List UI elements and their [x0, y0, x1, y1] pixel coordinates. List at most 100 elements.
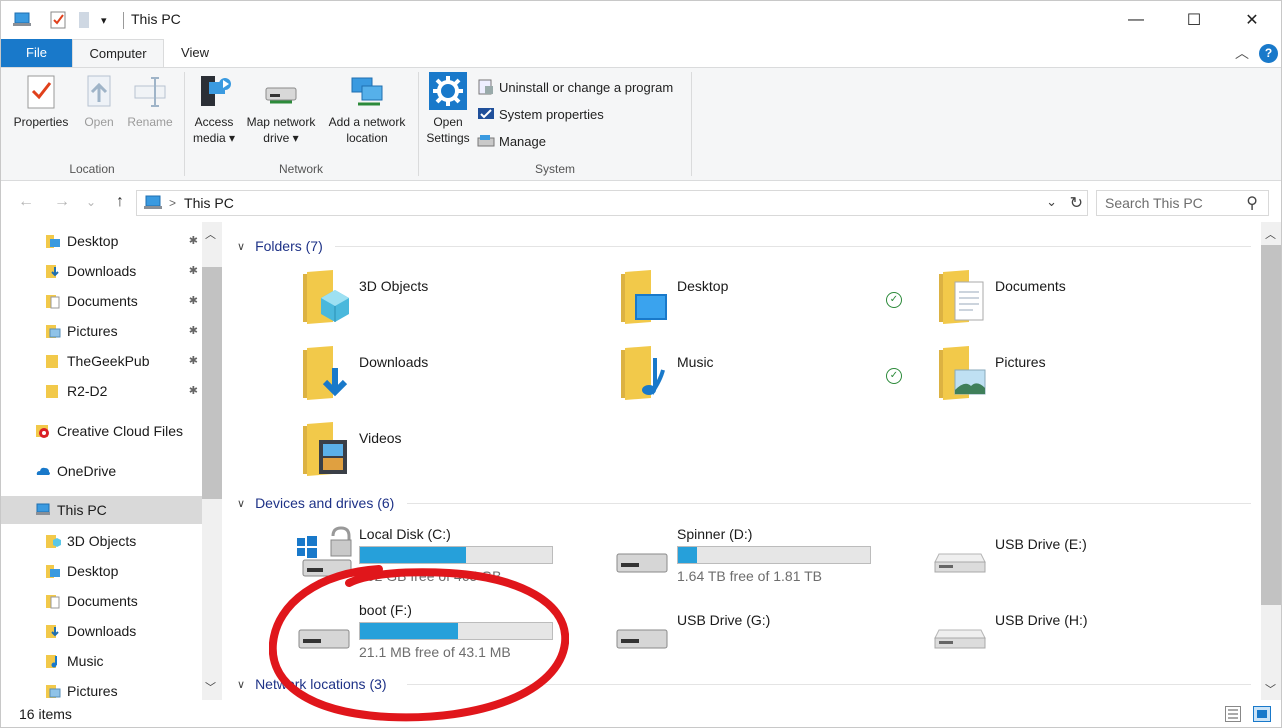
nav-item-documents[interactable]: Documents ✱: [45, 287, 198, 315]
recent-locations-button[interactable]: ⌄: [83, 191, 99, 213]
breadcrumb-separator[interactable]: >: [169, 196, 176, 210]
documents-folder-icon: [939, 270, 987, 326]
network-header-label: Network locations (3): [255, 676, 387, 692]
nav-label: Creative Cloud Files: [57, 423, 184, 439]
pin-icon[interactable]: ✱: [189, 234, 198, 247]
ribbon-group-network: Access media ▾ Map network drive ▾ Add a…: [185, 68, 417, 180]
drive-boot-f[interactable]: boot (F:) 21.1 MB free of 43.1 MB: [297, 602, 587, 662]
breadcrumb-this-pc[interactable]: This PC: [184, 195, 234, 211]
nav-item-downloads-2[interactable]: Downloads: [45, 617, 198, 645]
back-button[interactable]: ←: [15, 191, 37, 213]
details-view-icon[interactable]: [1225, 706, 1241, 722]
search-input[interactable]: Search This PC ⚲: [1096, 190, 1269, 216]
nav-item-onedrive[interactable]: OneDrive: [35, 457, 198, 485]
forward-button[interactable]: →: [51, 191, 73, 213]
folders-section-header[interactable]: ∨ Folders (7): [237, 236, 323, 256]
collapse-chevron-icon: ∨: [237, 678, 246, 691]
section-divider: [407, 503, 1251, 504]
collapse-ribbon-button[interactable]: ︿: [1235, 43, 1249, 63]
content-scrollbar-thumb[interactable]: [1261, 245, 1281, 605]
properties-quick-icon[interactable]: [49, 9, 67, 31]
large-icons-view-icon[interactable]: [1253, 706, 1271, 722]
drive-usb-g[interactable]: USB Drive (G:): [615, 602, 905, 662]
nav-item-r2-d2[interactable]: R2-D2 ✱: [45, 377, 198, 405]
nav-label: Pictures: [67, 683, 118, 699]
pin-icon[interactable]: ✱: [189, 324, 198, 337]
address-dropdown-button[interactable]: ⌄: [1046, 194, 1057, 210]
nav-item-thegeekpub[interactable]: TheGeekPub ✱: [45, 347, 198, 375]
nav-item-creative-cloud-files[interactable]: Creative Cloud Files: [35, 417, 198, 445]
drive-usb-h[interactable]: USB Drive (H:): [933, 602, 1233, 662]
nav-scroll-down-button[interactable]: ﹀: [205, 679, 216, 695]
nav-item-music[interactable]: Music: [45, 647, 198, 675]
pin-icon[interactable]: ✱: [189, 264, 198, 277]
pin-icon[interactable]: ✱: [189, 294, 198, 307]
new-folder-quick-icon[interactable]: [77, 9, 91, 31]
content-scroll-up-button[interactable]: ︿: [1265, 226, 1276, 242]
folder-documents[interactable]: Documents: [939, 270, 1239, 338]
folder-name: Videos: [359, 430, 402, 446]
navigation-pane: Desktop ✱ Downloads ✱ Documents ✱ Pictur…: [1, 222, 223, 700]
quick-access-dropdown[interactable]: ▾: [101, 9, 107, 31]
folder-videos[interactable]: Videos: [303, 422, 563, 490]
nav-item-desktop-2[interactable]: Desktop: [45, 557, 198, 585]
address-bar[interactable]: > This PC ⌄ ↻: [136, 190, 1088, 216]
map-network-drive-button[interactable]: Map network drive ▾: [241, 72, 321, 146]
drive-local-disk-c[interactable]: Local Disk (C:) 202 GB free of 465 GB: [297, 526, 587, 586]
music-folder-icon: [621, 346, 669, 402]
3d-objects-folder-icon: [45, 533, 61, 549]
folder-music[interactable]: Music: [621, 346, 881, 414]
nav-label: Documents: [67, 293, 138, 309]
rename-button[interactable]: Rename: [123, 72, 177, 130]
nav-item-pictures[interactable]: Pictures ✱: [45, 317, 198, 345]
nav-item-desktop[interactable]: Desktop ✱: [45, 227, 198, 255]
tab-computer[interactable]: Computer: [72, 39, 164, 68]
open-settings-button[interactable]: Open Settings: [423, 72, 473, 146]
refresh-button[interactable]: ↻: [1070, 193, 1083, 213]
pin-icon[interactable]: ✱: [189, 384, 198, 397]
uninstall-icon: [477, 78, 495, 96]
drive-spinner-d[interactable]: Spinner (D:) 1.64 TB free of 1.81 TB: [615, 526, 905, 586]
folder-name: Documents: [995, 278, 1066, 294]
nav-scrollbar-thumb[interactable]: [202, 267, 222, 499]
folder-name: Desktop: [677, 278, 729, 294]
tab-file[interactable]: File: [1, 39, 72, 67]
add-network-location-button[interactable]: Add a network location: [323, 72, 411, 146]
drive-usage-bar: [359, 622, 553, 640]
nav-item-documents-2[interactable]: Documents: [45, 587, 198, 615]
folder-desktop[interactable]: Desktop: [621, 270, 921, 338]
nav-label: Music: [67, 653, 104, 669]
maximize-button[interactable]: ☐: [1165, 1, 1223, 39]
folder-pictures[interactable]: Pictures: [939, 346, 1239, 414]
search-icon[interactable]: ⚲: [1246, 193, 1258, 213]
this-pc-icon[interactable]: [11, 9, 33, 31]
properties-button[interactable]: Properties: [9, 72, 73, 130]
manage-button[interactable]: Manage: [477, 131, 546, 151]
pin-icon[interactable]: ✱: [189, 354, 198, 367]
content-scroll-down-button[interactable]: ﹀: [1265, 681, 1276, 697]
documents-folder-icon: [45, 293, 61, 309]
nav-item-pictures-2[interactable]: Pictures: [45, 677, 198, 700]
close-button[interactable]: ✕: [1223, 1, 1281, 39]
tab-view[interactable]: View: [164, 39, 226, 67]
up-button[interactable]: ↑: [109, 191, 131, 213]
access-media-button[interactable]: Access media ▾: [189, 72, 239, 146]
nav-item-downloads[interactable]: Downloads ✱: [45, 257, 198, 285]
help-icon[interactable]: ?: [1259, 44, 1278, 63]
network-drive-icon: [262, 72, 300, 110]
uninstall-program-button[interactable]: Uninstall or change a program: [477, 77, 673, 97]
drive-usb-e[interactable]: USB Drive (E:): [933, 526, 1233, 586]
open-settings-line2: Settings: [426, 131, 470, 145]
nav-scroll-up-button[interactable]: ︿: [205, 226, 216, 242]
system-properties-button[interactable]: System properties: [477, 104, 604, 124]
open-button[interactable]: Open: [79, 72, 119, 130]
devices-header-label: Devices and drives (6): [255, 495, 395, 511]
folder-icon: [45, 233, 61, 249]
nav-item-3d-objects[interactable]: 3D Objects: [45, 527, 198, 555]
nav-item-this-pc[interactable]: This PC: [1, 496, 202, 524]
minimize-button[interactable]: —: [1107, 1, 1165, 39]
folder-3d-objects[interactable]: 3D Objects: [303, 270, 563, 338]
network-section-header[interactable]: ∨ Network locations (3): [237, 674, 387, 694]
devices-section-header[interactable]: ∨ Devices and drives (6): [237, 493, 394, 513]
folder-downloads[interactable]: Downloads: [303, 346, 563, 414]
